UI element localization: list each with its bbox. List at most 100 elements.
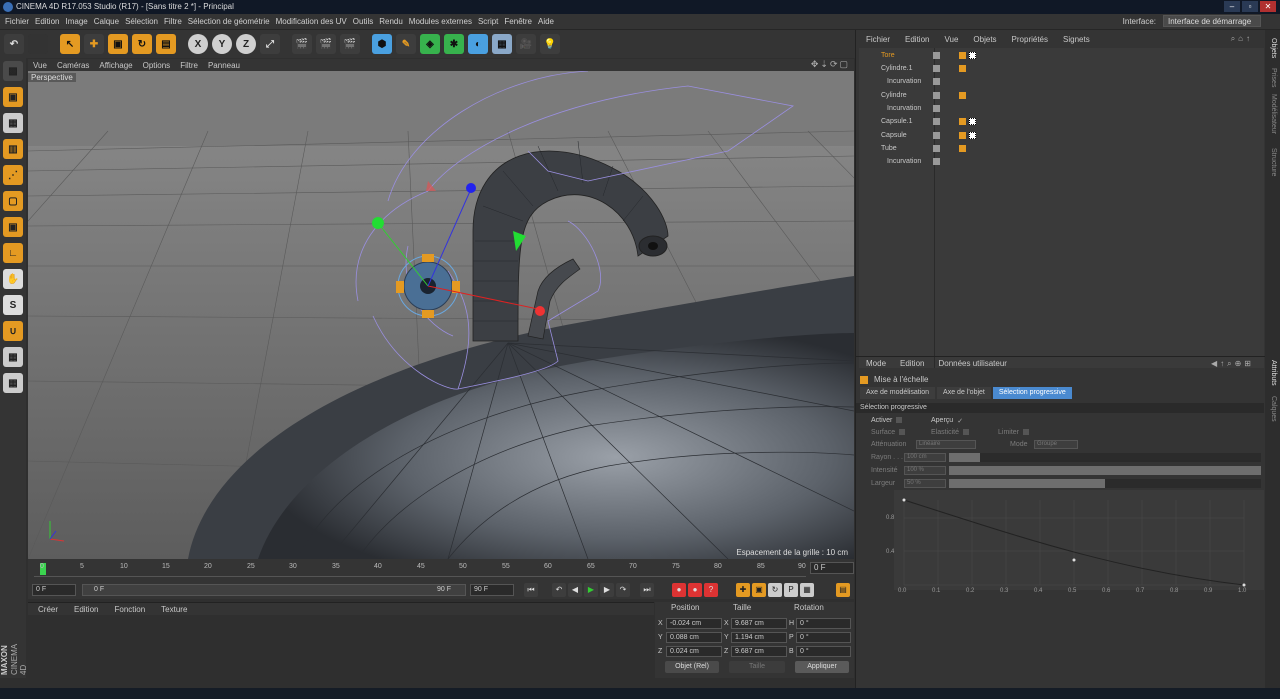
camera-icon[interactable]: 🎥 [516,34,536,54]
position-x-field[interactable]: -0.024 cm [666,618,722,629]
last-tool-icon[interactable]: ▤ [156,34,176,54]
material-manager-area[interactable] [28,615,654,678]
render-view-icon[interactable]: 🎬 [292,34,312,54]
menu-fichier[interactable]: Fichier [5,17,29,26]
object-name[interactable]: Incurvation [887,155,921,168]
material-menu-creer[interactable]: Créer [38,605,58,614]
rotate-tool-icon[interactable]: ↻ [132,34,152,54]
attributes-menu-mode[interactable]: Mode [866,359,886,368]
timeline[interactable]: 0 5 10 15 20 25 30 35 40 45 50 55 60 65 … [28,559,854,581]
render-picture-viewer-icon[interactable]: 🎬 [316,34,336,54]
menu-filtre[interactable]: Filtre [164,17,182,26]
workplane-lock-icon[interactable]: ▦ [3,347,23,367]
tab-axe-modelisation[interactable]: Axe de modélisation [860,387,936,399]
object-row[interactable]: Incurvation [859,102,1264,115]
polygons-mode-icon[interactable]: ▣ [3,217,23,237]
cube-primitive-icon[interactable]: ⬢ [372,34,392,54]
object-manager-list[interactable]: Tore Cylindre.1 Incurvation Cylindre Inc… [859,48,1264,368]
visibility-toggle-icon[interactable] [933,132,940,139]
visibility-toggle-icon[interactable] [933,118,940,125]
material-menu-edition[interactable]: Edition [74,605,98,614]
side-tab-modelisateur[interactable]: Modélisateur [1270,94,1277,134]
tag-icon[interactable] [959,65,966,72]
position-y-field[interactable]: 0.088 cm [666,632,722,643]
material-menu-fonction[interactable]: Fonction [114,605,145,614]
object-row[interactable]: Capsule [859,129,1264,142]
key-position-icon[interactable]: ✚ [736,583,750,597]
texture-tag-icon[interactable] [969,118,976,125]
side-tab-objets[interactable]: Objets [1270,38,1277,58]
preview-range-slider[interactable]: 0 F 90 F [82,584,466,596]
keyframe-selection-icon[interactable]: ? [704,583,718,597]
viewport-menu-options[interactable]: Options [143,61,171,70]
rotation-b-field[interactable]: 0 ° [796,646,851,657]
limiter-checkbox[interactable]: Limiter [998,429,1030,436]
coordinate-system-icon[interactable]: ⤢ [260,34,280,54]
viewport-menu-cameras[interactable]: Caméras [57,61,89,70]
key-pla-icon[interactable]: ▦ [800,583,814,597]
texture-mode-icon[interactable]: ▦ [3,113,23,133]
end-frame-field[interactable]: 90 F [470,584,514,596]
attenuation-select[interactable]: Linéaire [916,440,976,449]
tag-icon[interactable] [959,52,966,59]
menu-fenetre[interactable]: Fenêtre [504,17,532,26]
object-name[interactable]: Incurvation [887,75,921,88]
object-row[interactable]: Incurvation [859,75,1264,88]
apply-button[interactable]: Appliquer [795,661,849,673]
size-x-field[interactable]: 9.687 cm [731,618,787,629]
edges-mode-icon[interactable]: ▢ [3,191,23,211]
visibility-toggle-icon[interactable] [933,92,940,99]
viewport-menu-vue[interactable]: Vue [33,61,47,70]
coords-mode-select[interactable]: Objet (Rel) [665,661,719,673]
auto-key-icon[interactable]: ● [688,583,702,597]
y-axis-lock-icon[interactable]: Y [212,34,232,54]
go-to-end-icon[interactable]: ⏭ [640,583,654,597]
checkbox-icon[interactable] [963,429,970,436]
z-axis-lock-icon[interactable]: Z [236,34,256,54]
object-name[interactable]: Cylindre [881,89,907,102]
viewport-menu-panneau[interactable]: Panneau [208,61,240,70]
visibility-toggle-icon[interactable] [933,158,940,165]
apercu-checkbox[interactable]: Aperçu ✓ [931,417,963,425]
objects-menu-objets[interactable]: Objets [973,35,996,44]
viewport-nav-icons[interactable]: ✥⇣⟳▢ [811,59,850,70]
move-tool-icon[interactable]: ✚ [84,34,104,54]
object-name[interactable]: Tore [881,49,895,62]
start-frame-field[interactable]: 0 F [32,584,76,596]
tweak-mode-icon[interactable]: ✋ [3,269,23,289]
model-mode-icon[interactable]: ▣ [3,87,23,107]
object-row[interactable]: Tube [859,142,1264,155]
objects-menu-proprietes[interactable]: Propriétés [1012,35,1048,44]
tag-icon[interactable] [959,132,966,139]
close-button[interactable]: ✕ [1260,1,1276,12]
attributes-nav-icons[interactable]: ◀↑⌕⊕⊞ [1211,359,1254,369]
menu-image[interactable]: Image [65,17,87,26]
object-name[interactable]: Incurvation [887,102,921,115]
coords-size-mode-select[interactable]: Taille [729,661,785,673]
maximize-button[interactable]: ▫ [1242,1,1258,12]
object-name[interactable]: Capsule.1 [881,115,913,128]
solo-icon[interactable]: ▦ [3,373,23,393]
timeline-window-icon[interactable]: ▤ [836,583,850,597]
axis-mode-icon[interactable]: ∟ [3,243,23,263]
floor-scene-icon[interactable]: ▦ [492,34,512,54]
subdivision-surface-icon[interactable]: ◈ [420,34,440,54]
visibility-toggle-icon[interactable] [933,52,940,59]
texture-tag-icon[interactable] [969,52,976,59]
tag-icon[interactable] [959,92,966,99]
rotation-h-field[interactable]: 0 ° [796,618,851,629]
tab-axe-objet[interactable]: Axe de l'objet [937,387,991,399]
light-icon[interactable]: 💡 [540,34,560,54]
workplane-mode-icon[interactable]: ▥ [3,139,23,159]
record-keys-icon[interactable]: ● [672,583,686,597]
objects-menu-vue[interactable]: Vue [944,35,958,44]
menu-edition[interactable]: Edition [35,17,59,26]
previous-key-icon[interactable]: ↶ [552,583,566,597]
array-generator-icon[interactable]: ✱ [444,34,464,54]
object-name[interactable]: Cylindre.1 [881,62,913,75]
intensite-field[interactable]: 100 % [904,466,946,475]
intensite-slider[interactable] [949,466,1261,475]
menu-outils[interactable]: Outils [353,17,373,26]
material-menu-texture[interactable]: Texture [161,605,187,614]
interface-select[interactable]: Interface de démarrage [1163,15,1261,27]
